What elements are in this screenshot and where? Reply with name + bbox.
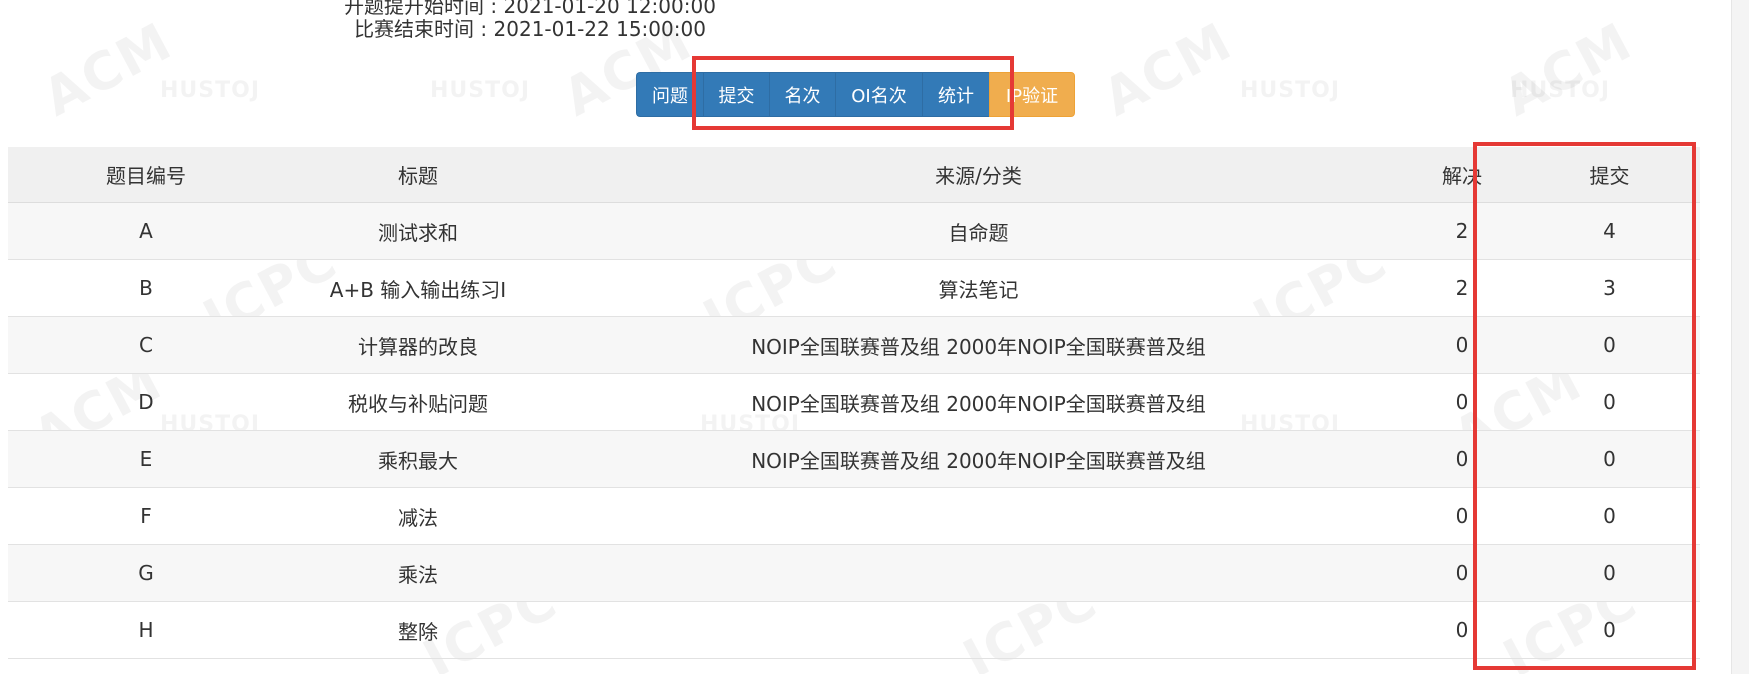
problem-id-link[interactable]: F [8, 487, 284, 545]
ip-verify-button[interactable]: IP验证 [989, 72, 1075, 117]
problem-source [552, 544, 1405, 602]
problem-solved: 0 [1405, 316, 1519, 374]
problems-button[interactable]: 问题 [636, 72, 703, 117]
problem-title: A+B 输入输出练习I [284, 259, 552, 317]
problem-id-link[interactable]: G [8, 544, 284, 602]
problem-id-link[interactable]: H [8, 601, 284, 659]
problem-title: 税收与补贴问题 [284, 373, 552, 431]
problem-source: 自命题 [552, 202, 1405, 260]
page-scrollbar[interactable] [1731, 0, 1749, 674]
problem-solved: 0 [1405, 373, 1519, 431]
table-row: G 乘法 0 0 [8, 544, 1700, 602]
table-row: F 减法 0 0 [8, 487, 1700, 545]
table-row: A 测试求和 自命题 2 4 [8, 202, 1700, 260]
stats-button[interactable]: 统计 [922, 72, 989, 117]
problem-solved: 2 [1405, 259, 1519, 317]
problem-submitted: 0 [1519, 544, 1700, 602]
problem-source: NOIP全国联赛普及组 2000年NOIP全国联赛普及组 [552, 430, 1405, 488]
problem-source [552, 487, 1405, 545]
problem-source: 算法笔记 [552, 259, 1405, 317]
problem-id-link[interactable]: E [8, 430, 284, 488]
end-time-line: 比赛结束时间 : 2021-01-22 15:00:00 [354, 17, 706, 41]
problem-solved: 0 [1405, 544, 1519, 602]
problem-id-link[interactable]: A [8, 202, 284, 260]
table-row: C 计算器的改良 NOIP全国联赛普及组 2000年NOIP全国联赛普及组 0 … [8, 316, 1700, 374]
table-row: E 乘积最大 NOIP全国联赛普及组 2000年NOIP全国联赛普及组 0 0 [8, 430, 1700, 488]
problem-solved: 0 [1405, 487, 1519, 545]
problem-source [552, 601, 1405, 659]
problem-submitted: 0 [1519, 430, 1700, 488]
problem-solved: 0 [1405, 601, 1519, 659]
rank-button[interactable]: 名次 [769, 72, 835, 117]
problem-submitted: 4 [1519, 202, 1700, 260]
col-header-solved: 解决 [1405, 147, 1519, 203]
contest-page: 开题提开始时间 : 2021-01-20 12:00:00 比赛结束时间 : 2… [0, 0, 1749, 674]
table-row: D 税收与补贴问题 NOIP全国联赛普及组 2000年NOIP全国联赛普及组 0… [8, 373, 1700, 431]
problem-title: 乘法 [284, 544, 552, 602]
problem-submitted: 0 [1519, 487, 1700, 545]
col-header-id: 题目编号 [8, 147, 284, 203]
problem-title: 减法 [284, 487, 552, 545]
oi-rank-button[interactable]: OI名次 [835, 72, 922, 117]
col-header-title: 标题 [284, 147, 552, 203]
problem-id-link[interactable]: C [8, 316, 284, 374]
table-row: B A+B 输入输出练习I 算法笔记 2 3 [8, 259, 1700, 317]
table-header-row: 题目编号 标题 来源/分类 解决 提交 [8, 147, 1700, 203]
contest-nav: 问题 提交 名次 OI名次 统计 IP验证 [636, 72, 1075, 117]
problem-title: 乘积最大 [284, 430, 552, 488]
problem-submitted: 0 [1519, 316, 1700, 374]
table-row: H 整除 0 0 [8, 601, 1700, 659]
col-header-source: 来源/分类 [552, 147, 1405, 203]
problem-title: 计算器的改良 [284, 316, 552, 374]
problem-submitted: 0 [1519, 601, 1700, 659]
problem-id-link[interactable]: D [8, 373, 284, 431]
problem-solved: 0 [1405, 430, 1519, 488]
problem-title: 整除 [284, 601, 552, 659]
col-header-submitted: 提交 [1519, 147, 1700, 203]
problem-submitted: 0 [1519, 373, 1700, 431]
problem-source: NOIP全国联赛普及组 2000年NOIP全国联赛普及组 [552, 373, 1405, 431]
problem-submitted: 3 [1519, 259, 1700, 317]
problem-title: 测试求和 [284, 202, 552, 260]
problem-solved: 2 [1405, 202, 1519, 260]
problem-table: 题目编号 标题 来源/分类 解决 提交 A 测试求和 自命题 2 4 B A+B… [8, 147, 1700, 659]
submit-button[interactable]: 提交 [703, 72, 769, 117]
problem-source: NOIP全国联赛普及组 2000年NOIP全国联赛普及组 [552, 316, 1405, 374]
problem-id-link[interactable]: B [8, 259, 284, 317]
